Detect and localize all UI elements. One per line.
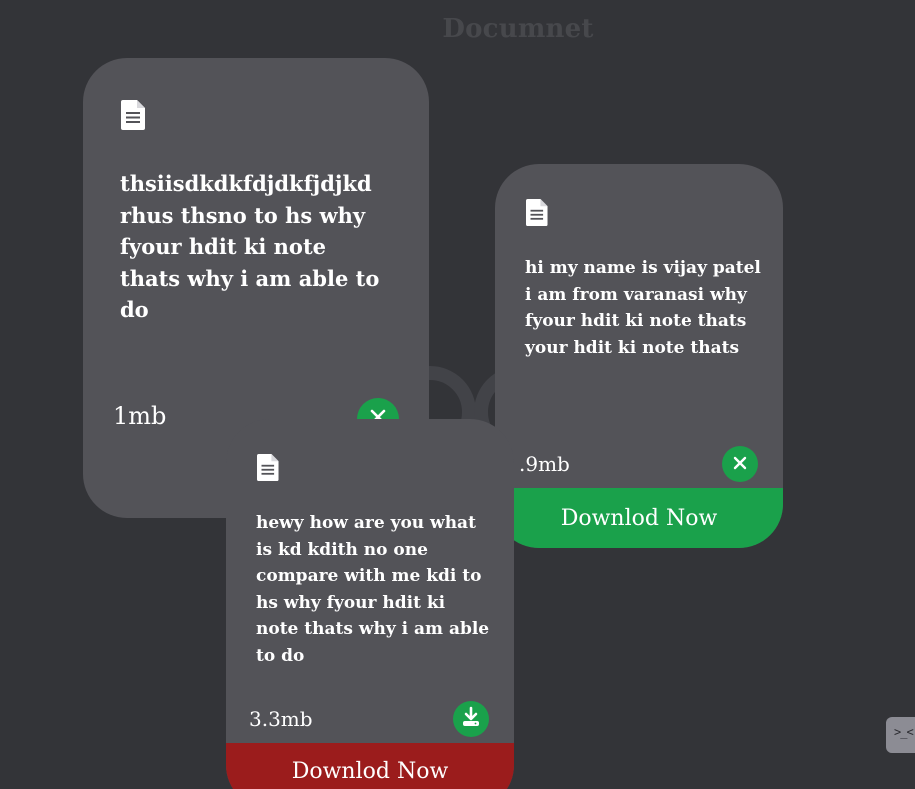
document-icon	[257, 454, 279, 481]
download-icon	[460, 706, 482, 732]
close-icon	[733, 455, 747, 474]
document-card-3: hewy how are you what is kd kdith no one…	[226, 419, 514, 789]
file-size: 3.3mb	[249, 707, 313, 731]
file-size: .9mb	[519, 452, 570, 476]
terminal-face-icon: >_<	[894, 725, 914, 739]
download-now-button[interactable]: Downlod Now	[226, 743, 514, 789]
file-size: 1mb	[113, 402, 167, 430]
page-title: Documnet	[442, 14, 594, 44]
download-now-button[interactable]: Downlod Now	[495, 488, 783, 548]
document-card-2: hi my name is vijay patel i am from vara…	[495, 164, 783, 548]
terminal-face-button[interactable]: >_<	[886, 717, 915, 753]
document-icon	[526, 199, 548, 226]
close-button[interactable]	[722, 446, 758, 482]
card-body-text: hi my name is vijay patel i am from vara…	[525, 258, 761, 358]
card-body-text: hewy how are you what is kd kdith no one…	[256, 513, 490, 666]
document-icon	[121, 100, 145, 130]
card-body-text: thsiisdkdkfdjdkfjdjkd rhus thsno to hs w…	[120, 171, 380, 322]
download-button[interactable]	[453, 701, 489, 737]
